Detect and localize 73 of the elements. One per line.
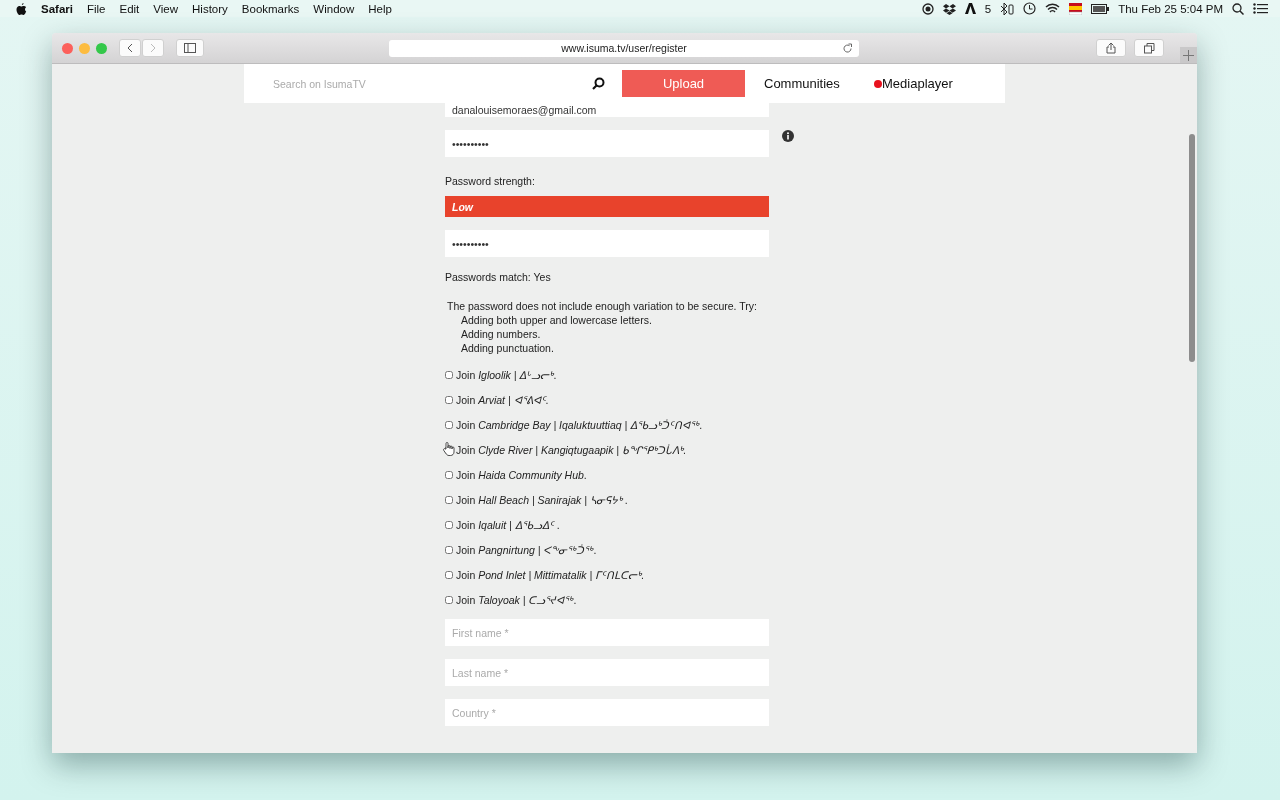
advice-tip: Adding both upper and lowercase letters. [460,313,653,327]
letter-a-icon[interactable] [964,3,976,14]
email-field[interactable]: danalouisemoraes@gmail.com [445,103,769,117]
checkbox-label[interactable]: Join Haida Community Hub. [456,468,587,481]
search-icon[interactable] [592,77,605,90]
checkbox-label[interactable]: Join Pangnirtung | ᐸᖕᓂᖅᑑᖅ. [456,543,597,556]
menu-item[interactable]: Bookmarks [241,2,300,15]
checkbox-label[interactable]: Join Hall Beach | Sanirajak | ᓴᓂᕋᔭᒃ . [456,493,628,506]
checkbox[interactable] [445,545,453,554]
close-button[interactable] [62,42,73,54]
checkbox-label[interactable]: Join Cambridge Bay | Iqaluktuuttiaq | ᐃᖃᓗᒃᑑᑦᑎᐊᖅ. [456,418,703,431]
hand-cursor-icon [443,442,455,456]
menu-item[interactable]: Safari [41,2,73,15]
input-field[interactable]: Last name * [445,659,769,686]
checkbox[interactable] [445,370,453,379]
clock-icon[interactable] [1023,2,1037,15]
checkbox[interactable] [445,470,453,479]
flag-icon[interactable] [1069,2,1083,15]
advice-text: The password does not include enough variation to be secure. Try: [447,299,758,313]
share-button[interactable] [1096,39,1126,57]
badge-count: 5 [984,2,992,15]
confirm-password-field[interactable]: •••••••••• [445,230,769,257]
input-field[interactable]: First name * [445,619,769,646]
input-field[interactable]: Country * [445,699,769,726]
info-icon[interactable] [782,130,794,142]
address-bar[interactable]: www.isuma.tv/user/register [389,39,859,57]
checkbox-label[interactable]: Join Igloolik | ᐃᒡᓗᓕᒃ. [456,368,557,381]
chevron-left-icon [127,43,133,53]
sidebar-button[interactable] [176,39,204,57]
checkbox-label[interactable]: Join Clyde River | Kangiqtugaapik | ᑲᖏᕿᒃᑐᒑᐱᒃ. [456,443,686,456]
nav-link[interactable]: Communities [764,76,874,91]
search-field[interactable]: Search on IsumaTV [271,76,575,91]
box-icon[interactable] [942,2,956,15]
apple-logo-icon[interactable] [16,2,27,15]
wifi-icon[interactable] [1045,3,1061,14]
menubar-clock[interactable]: Thu Feb 25 5:04 PM [1118,2,1223,15]
menu-item[interactable]: Help [368,2,392,15]
menu-item[interactable]: View [153,2,179,15]
checkbox-label[interactable]: Join Arviat | ᐊᕐᕕᐊᑦ. [456,393,549,406]
scrollbar-thumb[interactable] [1189,134,1195,362]
checkbox[interactable] [445,570,453,579]
search-icon[interactable] [1232,2,1244,15]
match-status: Passwords match: Yes [445,271,552,283]
advice-tip: Adding punctuation. [460,341,555,355]
checkbox[interactable] [445,395,453,404]
checkbox-label[interactable]: Join Pond Inlet | Mittimatalik | ᒥᑦᑎᒪᑕᓕᒃ. [456,568,645,581]
checkbox[interactable] [445,520,453,529]
share-icon [1106,42,1116,54]
plus-icon [1183,49,1194,61]
strength-bar: Low [445,196,769,217]
record-icon[interactable] [921,2,934,15]
password-field[interactable]: •••••••••• [445,130,769,157]
checkbox-label[interactable]: Join Iqaluit | ᐃᖃᓗᐃᑦ . [456,518,560,531]
advice-tip: Adding numbers. [460,327,542,341]
checkbox-label[interactable]: Join Taloyoak | ᑕᓗᕐᔪᐊᖅ. [456,593,577,606]
sidebar-icon [184,43,196,53]
new-tab-button[interactable] [1180,47,1197,63]
menu-item[interactable]: Edit [119,2,140,15]
checkbox[interactable] [445,595,453,604]
menu-item[interactable]: Window [313,2,355,15]
list-icon[interactable] [1253,3,1268,14]
reload-icon[interactable] [842,42,853,54]
checkbox[interactable] [445,420,453,429]
menu-item[interactable]: File [86,2,106,15]
chevron-right-icon [150,43,156,53]
tabs-icon [1143,42,1155,54]
bluetooth-icon[interactable] [1000,2,1015,15]
strength-label: Password strength: [445,175,536,187]
menu-item[interactable]: History [192,2,228,15]
checkbox[interactable] [445,495,453,504]
tabs-button[interactable] [1134,39,1164,57]
nav-link[interactable]: Mediaplayer [882,76,953,91]
battery-icon[interactable] [1091,3,1110,14]
